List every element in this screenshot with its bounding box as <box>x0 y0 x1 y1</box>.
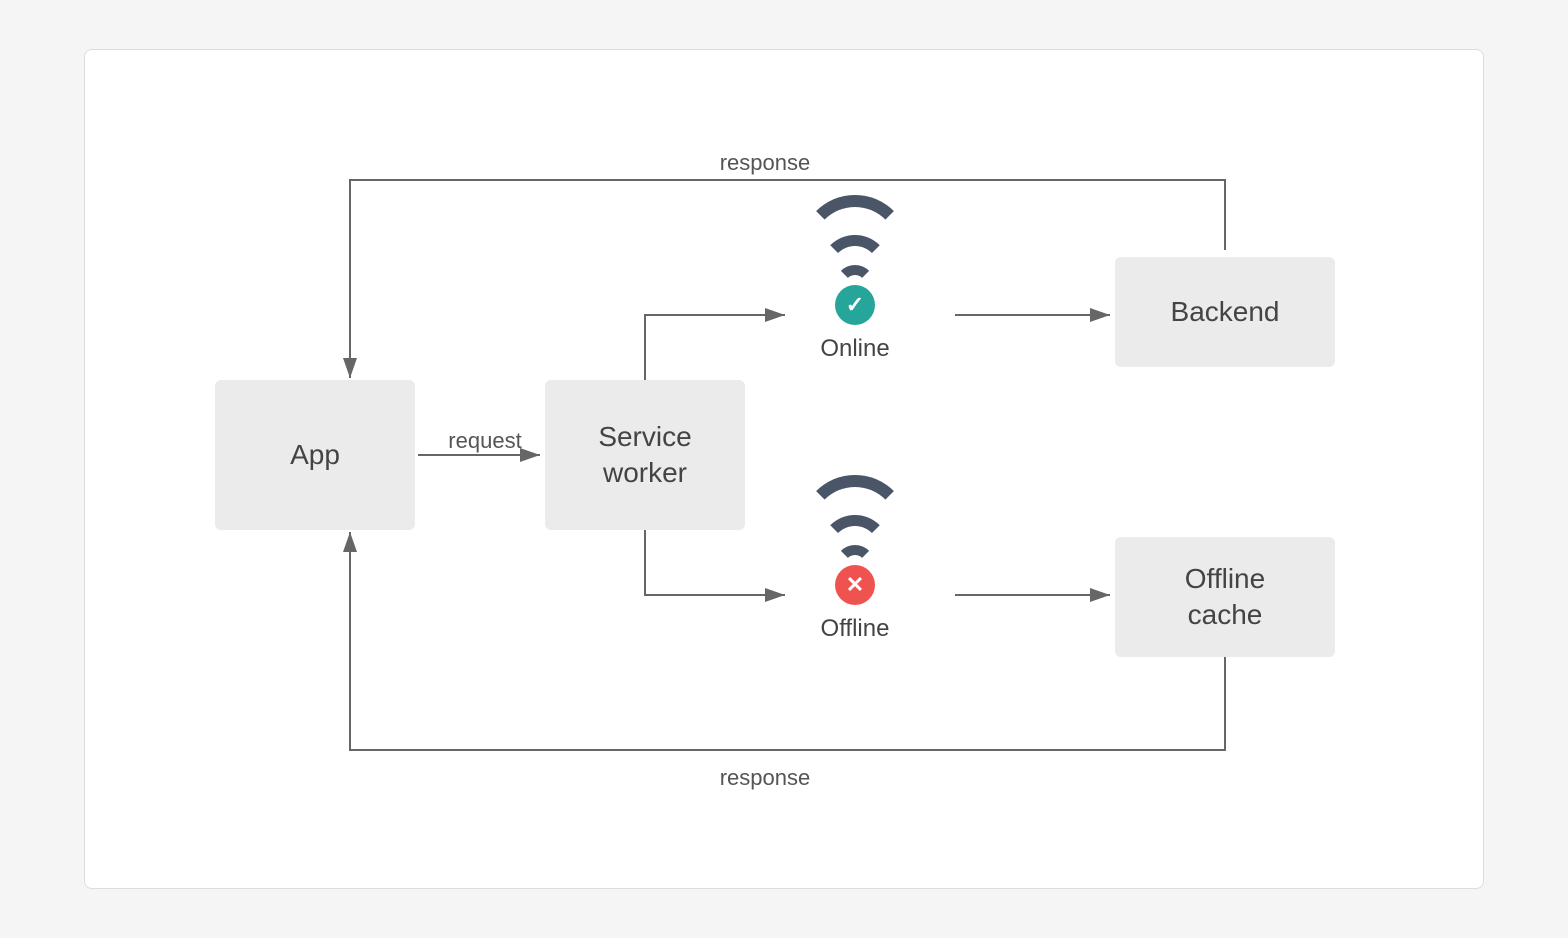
online-label: Online <box>820 335 889 363</box>
online-wifi-arcs: ✓ <box>795 225 915 315</box>
offline-status-dot: ✕ <box>835 565 875 605</box>
offline-cache-label: Offline cache <box>1185 561 1265 634</box>
service-worker-label: Service worker <box>598 419 691 492</box>
app-box: App <box>215 380 415 530</box>
backend-label: Backend <box>1171 296 1280 328</box>
diagram-container: response response request App Service wo… <box>84 49 1484 889</box>
offline-wifi-arcs: ✕ <box>795 505 915 595</box>
response-bottom-label: response <box>665 765 865 791</box>
online-status-dot: ✓ <box>835 285 875 325</box>
offline-cache-box: Offline cache <box>1115 537 1335 657</box>
online-wifi-icon: ✓ Online <box>785 225 925 343</box>
offline-wifi-icon: ✕ Offline <box>785 505 925 623</box>
request-label: request <box>425 428 545 454</box>
offline-label: Offline <box>821 615 890 643</box>
backend-box: Backend <box>1115 257 1335 367</box>
response-top-label: response <box>665 150 865 176</box>
service-worker-box: Service worker <box>545 380 745 530</box>
app-label: App <box>290 439 340 471</box>
